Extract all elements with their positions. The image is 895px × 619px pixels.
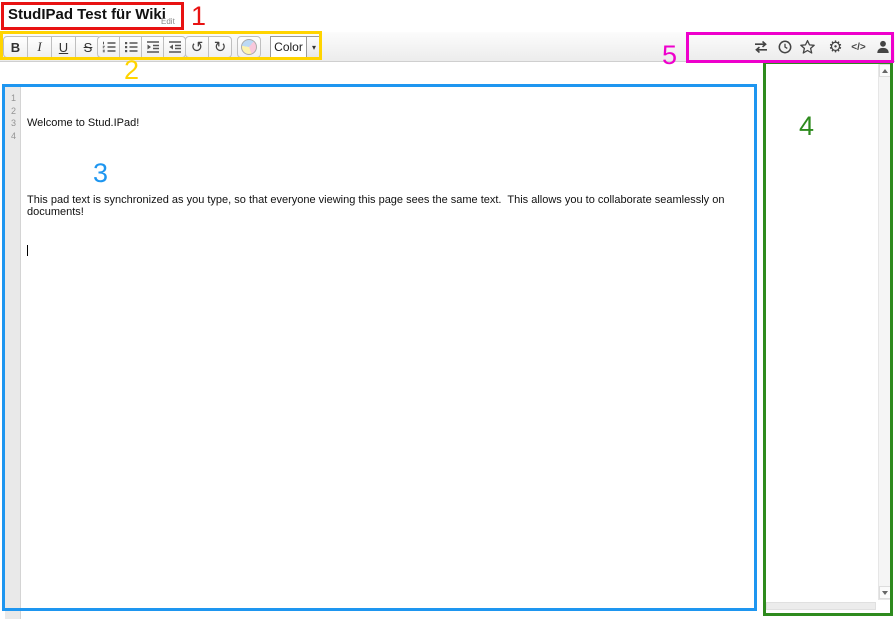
embed-code-icon: </> (851, 42, 865, 53)
undo-icon: ↺ (191, 40, 204, 55)
undo-button[interactable]: ↺ (185, 36, 209, 58)
color-dropdown-label: Color (271, 37, 306, 57)
pad-text-line (27, 156, 756, 169)
pad-editor[interactable]: 1 2 3 4 Welcome to Stud.IPad! This pad t… (5, 87, 756, 619)
indent-icon (145, 39, 161, 55)
import-export-arrows-icon (752, 40, 770, 54)
scroll-down-button[interactable] (879, 586, 891, 599)
redo-icon: ↻ (214, 40, 227, 55)
scroll-up-button[interactable] (879, 64, 891, 77)
sidebar-vertical-scrollbar[interactable] (878, 63, 892, 600)
clear-authorship-button[interactable] (237, 36, 261, 58)
text-cursor (27, 245, 28, 256)
line-number: 1 (5, 92, 20, 105)
pad-title: StudIPad Test für Wiki (8, 6, 166, 23)
underline-button[interactable]: U (51, 36, 76, 58)
settings-button[interactable]: ⚙ (824, 36, 847, 58)
scroll-up-arrow-icon (882, 69, 888, 73)
unordered-list-icon (123, 39, 139, 55)
pad-text-area[interactable]: Welcome to Stud.IPad! This pad text is s… (22, 87, 756, 619)
chevron-down-icon[interactable]: ▾ (306, 37, 321, 57)
strikethrough-icon: S (84, 40, 93, 55)
bold-button[interactable]: B (3, 36, 28, 58)
settings-gear-icon: ⚙ (828, 39, 842, 55)
ordered-list-button[interactable] (97, 36, 120, 58)
redo-button[interactable]: ↻ (208, 36, 232, 58)
italic-button[interactable]: I (27, 36, 52, 58)
title-bar: StudIPad Test für Wiki Edit (0, 0, 895, 32)
bold-icon: B (11, 40, 20, 55)
embed-button[interactable]: </> (847, 36, 870, 58)
unordered-list-button[interactable] (119, 36, 142, 58)
show-users-icon (875, 39, 891, 55)
line-number: 3 (5, 117, 20, 130)
ordered-list-icon (101, 39, 117, 55)
line-number: 4 (5, 130, 20, 143)
color-dropdown[interactable]: Color ▾ (270, 36, 322, 58)
timeslider-clock-icon (777, 39, 793, 55)
pad-text-line: This pad text is synchronized as you typ… (27, 194, 756, 219)
line-number: 2 (5, 105, 20, 118)
show-users-button[interactable] (871, 36, 894, 58)
line-number-gutter: 1 2 3 4 (5, 87, 21, 619)
edit-title-link[interactable]: Edit (161, 17, 175, 26)
editbar: B I U S ↺ (0, 32, 895, 62)
saved-revisions-button[interactable] (796, 36, 819, 58)
color-wheel-icon (241, 39, 257, 55)
right-sidebar-panel (766, 63, 892, 619)
indent-button[interactable] (141, 36, 164, 58)
scroll-down-arrow-icon (882, 591, 888, 595)
outdent-button[interactable] (163, 36, 186, 58)
pad-text-line (27, 244, 756, 257)
timeslider-button[interactable] (773, 36, 796, 58)
sidebar-horizontal-scrollbar[interactable] (766, 602, 876, 610)
saved-revisions-star-icon (799, 39, 816, 55)
italic-icon: I (37, 39, 41, 55)
outdent-icon (167, 39, 183, 55)
pad-text-line: Welcome to Stud.IPad! (27, 117, 756, 130)
underline-icon: U (59, 40, 68, 55)
import-export-button[interactable] (749, 36, 772, 58)
